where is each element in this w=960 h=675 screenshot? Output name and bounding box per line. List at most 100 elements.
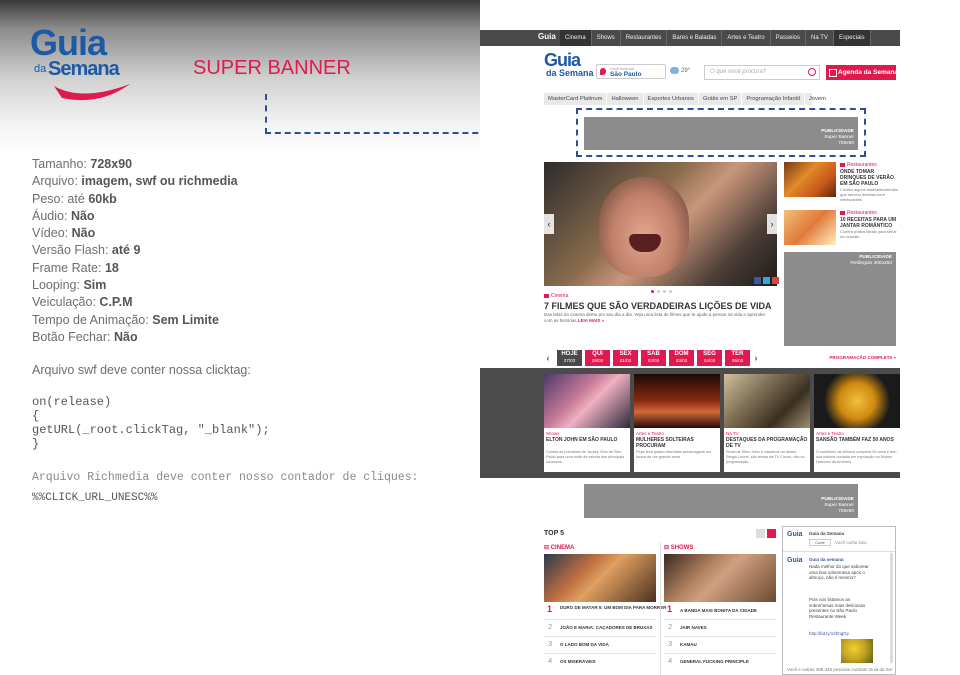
hero-read-more[interactable]: LEIA MAIS » bbox=[578, 318, 604, 323]
post-image[interactable] bbox=[841, 639, 873, 663]
post-text-2: Pois nós listamos as sobremesas mais del… bbox=[809, 597, 866, 619]
search-input[interactable]: O que você procura? bbox=[704, 65, 820, 80]
side-item-title[interactable]: ONDE TOMAR DRINQUES DE VERÃO EM SÃO PAUL… bbox=[840, 169, 900, 187]
rank-title[interactable]: A BANDA MAIS BONITA DA CIDADE bbox=[680, 608, 757, 614]
rank-number: 1 bbox=[667, 604, 673, 614]
card-image bbox=[544, 374, 630, 428]
agenda-button[interactable]: Agenda da Semana bbox=[826, 65, 898, 80]
facebook-icon[interactable] bbox=[754, 277, 761, 284]
card-title: SANSÃO TAMBÉM FAZ 50 ANOS bbox=[816, 437, 894, 443]
featured-card[interactable]: Shows ELTON JOHN EM SÃO PAULO Confira as… bbox=[544, 374, 630, 472]
tag-gratis[interactable]: Grátis em SP bbox=[699, 93, 743, 105]
tag-infantil[interactable]: Programação Infantil bbox=[742, 93, 805, 105]
search-icon[interactable] bbox=[808, 68, 816, 76]
slider-next-arrow[interactable]: › bbox=[767, 214, 777, 234]
nav-item-artes[interactable]: Artes e Teatro bbox=[722, 30, 771, 46]
site-mockup: Guia Cinema Shows Restaurantes Bares e B… bbox=[480, 30, 900, 675]
tag-jovem[interactable]: Jovem bbox=[805, 93, 831, 105]
nav-logo[interactable]: Guia bbox=[538, 32, 556, 41]
spec-size: Tamanho: 728x90 bbox=[32, 157, 133, 171]
featured-card[interactable]: Artes e Teatro SANSÃO TAMBÉM FAZ 50 ANOS… bbox=[814, 374, 900, 472]
top5-cinema-image[interactable] bbox=[544, 554, 656, 602]
divider bbox=[664, 619, 776, 620]
like-status: Você curtiu isso. bbox=[835, 540, 868, 545]
top5-shows-image[interactable] bbox=[664, 554, 776, 602]
post-author[interactable]: Guia da semana bbox=[809, 557, 844, 563]
card-desc: O coelhinho da Mônica completa 50 anos e… bbox=[816, 450, 897, 464]
location-selector[interactable]: Você está em São Paulo bbox=[596, 64, 666, 79]
divider bbox=[544, 619, 656, 620]
click-url-macro: %%CLICK_URL_UNESC%% bbox=[32, 492, 158, 504]
rank-title[interactable]: JOÃO E MARIA: CAÇADORES DE BRUXAS bbox=[560, 625, 653, 631]
twitter-icon[interactable] bbox=[763, 277, 770, 284]
post-text: Nada melhor do que saborear uma boa sobr… bbox=[809, 564, 869, 580]
location-pin-icon bbox=[600, 68, 606, 75]
hero-title[interactable]: 7 FILMES QUE SÃO VERDADEIRAS LIÇÕES DE V… bbox=[544, 301, 772, 311]
social-widget: Guia Guia da Semana Curtir Você curtiu i… bbox=[782, 526, 896, 675]
day-seg[interactable]: SEG 04/03 bbox=[697, 350, 722, 366]
day-qui[interactable]: QUI 28/02 bbox=[585, 350, 610, 366]
bottom-super-banner-ad[interactable]: PUBLICIDADE Super Banner 728x90 bbox=[584, 484, 858, 518]
hero-slider-image[interactable] bbox=[544, 162, 777, 286]
rank-title[interactable]: DURO DE MATAR 5: UM BOM DIA PARA MORRER bbox=[560, 605, 666, 611]
rank-title[interactable]: JAIR NAVES bbox=[680, 625, 707, 631]
tag-mastercard[interactable]: MasterCard Platinum bbox=[544, 93, 608, 105]
nav-item-passeios[interactable]: Passeios bbox=[771, 30, 807, 46]
googleplus-icon[interactable] bbox=[772, 277, 779, 284]
day-sex[interactable]: SEX 01/03 bbox=[613, 350, 638, 366]
nav-item-especiais[interactable]: Especiais bbox=[833, 30, 871, 46]
card-image bbox=[814, 374, 900, 428]
slider-dot[interactable] bbox=[651, 290, 654, 293]
side-item-desc: Confira alguns estabelecimentos que serv… bbox=[840, 187, 899, 202]
widget-logo: Guia bbox=[787, 531, 803, 538]
tag-esportes[interactable]: Esportes Urbanos bbox=[644, 93, 699, 105]
hero-photo bbox=[599, 177, 689, 277]
date-prev-arrow[interactable]: ‹ bbox=[544, 350, 552, 366]
featured-card[interactable]: Artes e Teatro MULHERES SOLTEIRAS PROCUR… bbox=[634, 374, 720, 472]
day-dom[interactable]: DOM 03/03 bbox=[669, 350, 694, 366]
side-item-category[interactable]: Restaurantes bbox=[840, 162, 877, 168]
nav-item-cinema[interactable]: Cinema bbox=[560, 30, 592, 46]
widget-page-name[interactable]: Guia da Semana bbox=[809, 531, 844, 537]
day-ter[interactable]: TER 05/03 bbox=[725, 350, 750, 366]
rank-title[interactable]: KAMAU bbox=[680, 642, 697, 648]
day-today[interactable]: HOJE 27/03 bbox=[557, 350, 582, 366]
top5-next-button[interactable] bbox=[767, 529, 776, 538]
programacao-completa-link[interactable]: PROGRAMAÇÃO COMPLETA » bbox=[829, 355, 896, 360]
like-button[interactable]: Curtir bbox=[809, 539, 831, 546]
slider-dot[interactable] bbox=[657, 290, 660, 293]
slider-prev-arrow[interactable]: ‹ bbox=[544, 214, 554, 234]
rank-title[interactable]: GENERAL FUCKING PRINCIPLE bbox=[680, 659, 749, 665]
side-item-title[interactable]: 10 RECEITAS PARA UM JANTAR ROMÂNTICO bbox=[840, 217, 900, 229]
tag-halloween[interactable]: Halloween bbox=[607, 93, 644, 105]
slider-dot[interactable] bbox=[669, 290, 672, 293]
day-sab[interactable]: SAB 02/03 bbox=[641, 350, 666, 366]
nav-item-bares[interactable]: Bares e Baladas bbox=[667, 30, 723, 46]
top5-prev-button[interactable] bbox=[756, 529, 765, 538]
hero-category[interactable]: Cinema bbox=[544, 293, 568, 299]
side-item-thumbnail[interactable] bbox=[784, 210, 836, 245]
divider bbox=[544, 653, 656, 654]
rank-title[interactable]: OS MISERÁVEIS bbox=[560, 659, 596, 665]
logo-word-semana: Semana bbox=[48, 58, 120, 80]
post-link[interactable]: http://bit.ly/12fmgGy bbox=[809, 631, 849, 637]
spec-delivery: Veiculação: C.P.M bbox=[32, 295, 133, 310]
search-placeholder: O que você procura? bbox=[710, 69, 767, 75]
nav-item-shows[interactable]: Shows bbox=[592, 30, 621, 46]
featured-card[interactable]: Na TV DESTAQUES DA PROGRAMAÇÃO DE TV Sho… bbox=[724, 374, 810, 472]
card-category: Na TV bbox=[726, 431, 739, 436]
rectangle-ad[interactable]: PUBLICIDADE Retângulo 300x250 bbox=[784, 252, 896, 346]
guia-da-semana-logo: Guia da Semana bbox=[30, 22, 130, 108]
column-divider bbox=[660, 542, 661, 675]
super-banner-ad[interactable]: PUBLICIDADE Super Banner 728x90 bbox=[584, 117, 858, 150]
nav-item-na-tv[interactable]: Na TV bbox=[806, 30, 834, 46]
nav-item-restaurantes[interactable]: Restaurantes bbox=[621, 30, 668, 46]
widget-scrollbar[interactable] bbox=[890, 553, 893, 663]
weather-icon bbox=[670, 67, 679, 74]
date-next-arrow[interactable]: › bbox=[752, 350, 760, 366]
divider bbox=[544, 636, 656, 637]
slider-dot[interactable] bbox=[663, 290, 666, 293]
side-item-thumbnail[interactable] bbox=[784, 162, 836, 197]
rank-title[interactable]: O LADO BOM DA VIDA bbox=[560, 642, 609, 648]
side-item-category[interactable]: Restaurantes bbox=[840, 210, 877, 216]
